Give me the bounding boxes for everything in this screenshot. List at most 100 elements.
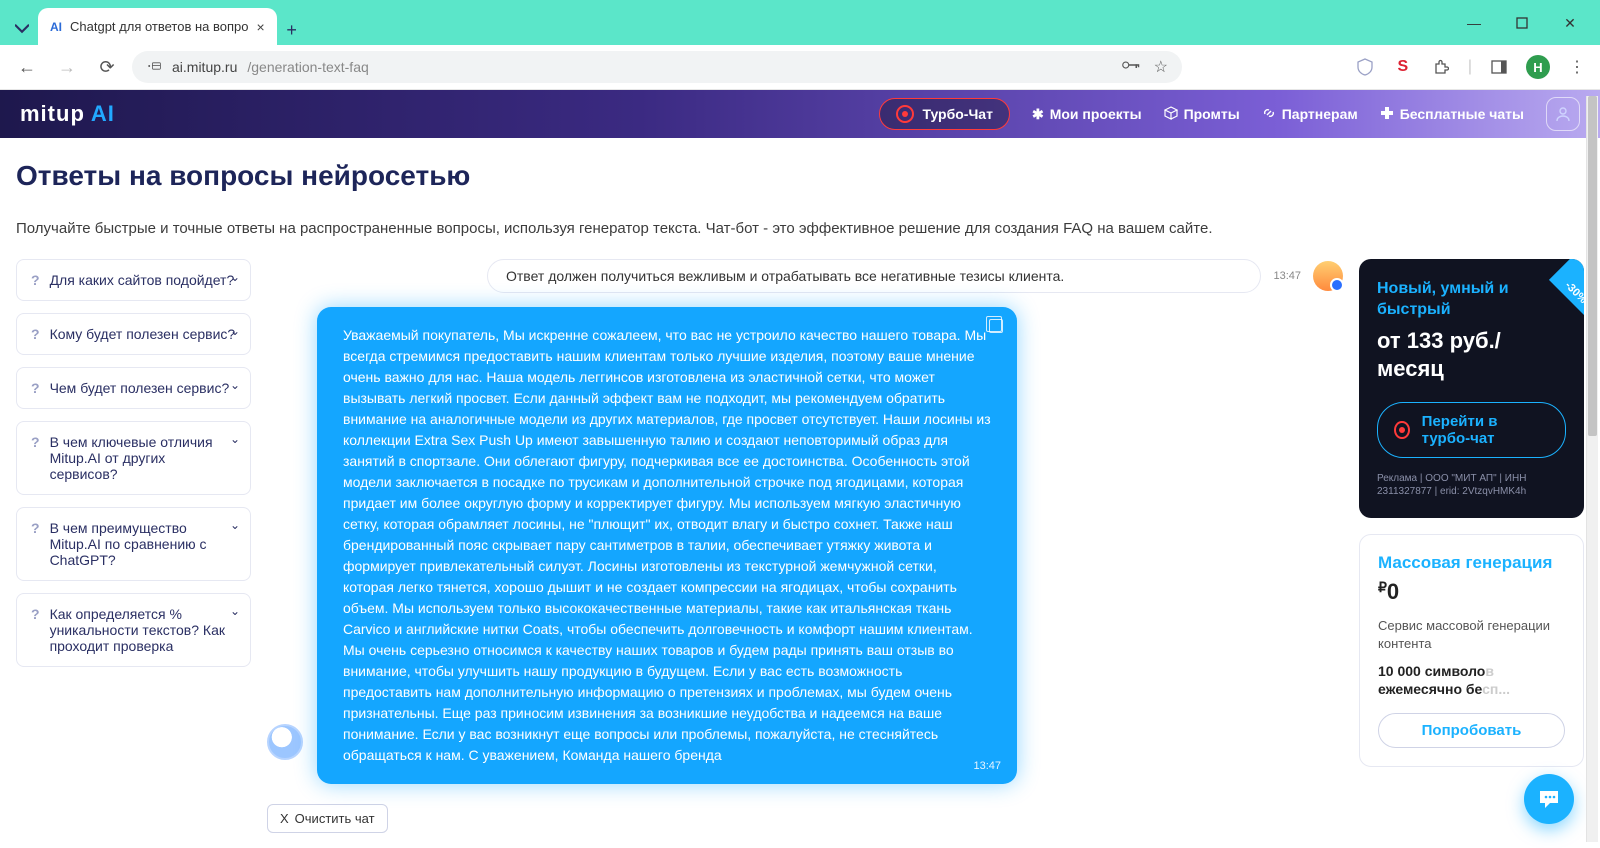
window-minimize-icon[interactable]: — — [1460, 9, 1488, 37]
logo-ai-text: AI — [91, 101, 115, 127]
site-info-icon[interactable] — [146, 59, 162, 76]
faq-item[interactable]: ? Кому будет полезен сервис?⌄ — [16, 313, 251, 355]
user-message-time: 13:47 — [1273, 270, 1301, 282]
faq-item[interactable]: ? Чем будет полезен сервис?⌄ — [16, 367, 251, 409]
nav-free-chats[interactable]: Бесплатные чаты — [1380, 106, 1524, 123]
nav-partners-label: Партнерам — [1282, 106, 1358, 122]
browser-toolbar: ← → ⟳ ai.mitup.ru/generation-text-faq ☆ … — [0, 45, 1600, 90]
chevron-down-icon: ⌄ — [230, 324, 240, 338]
page-title: Ответы на вопросы нейросетью — [16, 160, 1584, 192]
question-mark-icon: ? — [31, 272, 40, 288]
chat-fab-button[interactable] — [1524, 774, 1574, 824]
faq-item[interactable]: ? Как определяется % уникальности текстов… — [16, 593, 251, 667]
chevron-down-icon: ⌄ — [230, 432, 240, 446]
mass-subtitle: Сервис массовой генерации контента — [1378, 617, 1565, 653]
address-bar[interactable]: ai.mitup.ru/generation-text-faq ☆ — [132, 51, 1182, 83]
question-mark-icon: ? — [31, 520, 40, 536]
bot-message-time: 13:47 — [973, 758, 1001, 775]
faq-item[interactable]: ?Для каких сайтов подойдет?⌄ — [16, 259, 251, 301]
nav-forward-icon[interactable]: → — [52, 52, 82, 82]
mass-generation-card: Массовая генерация ₽0 Сервис массовой ге… — [1359, 534, 1584, 767]
nav-my-projects[interactable]: ✱ Мои проекты — [1032, 106, 1142, 123]
mass-price: ₽0 — [1378, 579, 1565, 605]
tab-favicon-icon: AI — [50, 20, 62, 34]
faq-label: Кому будет полезен сервис? — [50, 326, 236, 342]
user-message-row: Ответ должен получиться вежливым и отраб… — [487, 259, 1343, 293]
right-sidebar: -30% Новый, умный и быстрый от 133 руб./… — [1359, 259, 1584, 767]
copy-icon[interactable] — [989, 319, 1003, 333]
promo-title: Новый, умный и быстрый — [1377, 279, 1566, 321]
link-icon — [1262, 106, 1276, 123]
user-avatar-icon — [1313, 261, 1343, 291]
mass-detail-line-1: 10 000 символов — [1378, 663, 1565, 679]
question-mark-icon: ? — [31, 606, 40, 622]
browser-titlebar: AI Chatgpt для ответов на вопро × + — ✕ — [0, 0, 1600, 45]
scrollbar-thumb[interactable] — [1588, 96, 1597, 436]
bot-message-row: Уважаемый покупатель, Мы искренне сожале… — [267, 307, 1343, 784]
promo-cta-label: Перейти в турбо-чат — [1422, 413, 1549, 447]
url-path: /generation-text-faq — [247, 59, 368, 75]
page-subtitle: Получайте быстрые и точные ответы на рас… — [16, 220, 1584, 237]
nav-prompts[interactable]: Промты — [1164, 106, 1240, 123]
faq-item[interactable]: ? В чем преимущество Mitup.AI по сравнени… — [16, 507, 251, 581]
try-button[interactable]: Попробовать — [1378, 713, 1565, 748]
faq-sidebar: ?Для каких сайтов подойдет?⌄ ? Кому будет… — [16, 259, 251, 667]
toolbar-divider: | — [1468, 58, 1472, 76]
browser-menu-icon[interactable]: ⋮ — [1566, 56, 1588, 78]
clear-chat-label: Очистить чат — [295, 811, 375, 826]
nav-projects-label: Мои проекты — [1050, 106, 1142, 122]
nav-free-chats-label: Бесплатные чаты — [1400, 106, 1524, 122]
chevron-down-icon: ⌄ — [230, 378, 240, 392]
nav-turbo-label: Турбо-Чат — [922, 106, 993, 122]
x-icon: X — [280, 811, 289, 826]
nav-turbo-chat[interactable]: Турбо-Чат — [879, 98, 1010, 130]
tab-close-icon[interactable]: × — [257, 19, 265, 35]
side-panel-icon[interactable] — [1488, 56, 1510, 78]
question-mark-icon: ? — [31, 326, 40, 342]
extension-shield-icon[interactable] — [1354, 56, 1376, 78]
nav-back-icon[interactable]: ← — [12, 52, 42, 82]
tabs-dropdown-button[interactable] — [6, 13, 38, 45]
promo-price: от 133 руб./ месяц — [1377, 327, 1566, 384]
user-message-bubble: Ответ должен получиться вежливым и отраб… — [487, 259, 1261, 293]
clear-chat-button[interactable]: X Очистить чат — [267, 804, 388, 833]
record-icon — [1394, 421, 1410, 439]
chat-area: Ответ должен получиться вежливым и отраб… — [267, 259, 1343, 833]
mass-detail-line-2: ежемесячно бесп... — [1378, 681, 1565, 697]
password-key-icon[interactable] — [1122, 58, 1140, 76]
page-content: Ответы на вопросы нейросетью Получайте б… — [0, 138, 1600, 833]
promo-legal-text: Реклама | ООО "МИТ АП" | ИНН 2311327877 … — [1377, 472, 1566, 498]
faq-item[interactable]: ? В чем ключевые отличия Mitup.AI от друг… — [16, 421, 251, 495]
cube-icon — [1164, 106, 1178, 123]
account-button[interactable] — [1546, 97, 1580, 131]
profile-avatar-button[interactable]: H — [1526, 55, 1550, 79]
extension-s-icon[interactable]: S — [1392, 56, 1414, 78]
faq-label: В чем ключевые отличия Mitup.AI от други… — [50, 434, 236, 482]
record-icon — [896, 105, 914, 123]
promo-cta-button[interactable]: Перейти в турбо-чат — [1377, 402, 1566, 458]
bot-message-bubble: Уважаемый покупатель, Мы искренне сожале… — [317, 307, 1017, 784]
window-maximize-icon[interactable] — [1508, 9, 1536, 37]
nav-reload-icon[interactable]: ⟳ — [92, 52, 122, 82]
question-mark-icon: ? — [31, 434, 40, 450]
site-logo[interactable]: mitup AI — [20, 101, 115, 127]
mass-title: Массовая генерация — [1378, 553, 1565, 573]
bot-avatar-icon — [267, 724, 303, 760]
extensions-puzzle-icon[interactable] — [1430, 56, 1452, 78]
window-close-icon[interactable]: ✕ — [1556, 9, 1584, 37]
vertical-scrollbar[interactable] — [1586, 96, 1598, 842]
nav-partners[interactable]: Партнерам — [1262, 106, 1358, 123]
question-mark-icon: ? — [31, 380, 40, 396]
nav-prompts-label: Промты — [1184, 106, 1240, 122]
browser-tab-active[interactable]: AI Chatgpt для ответов на вопро × — [38, 8, 277, 45]
site-header: mitup AI Турбо-Чат ✱ Мои проекты Промты … — [0, 90, 1600, 138]
faq-label: Чем будет полезен сервис? — [50, 380, 230, 396]
new-tab-button[interactable]: + — [277, 15, 307, 45]
faq-label: Как определяется % уникальности текстов?… — [50, 606, 236, 654]
tab-title: Chatgpt для ответов на вопро — [70, 19, 249, 34]
bookmark-star-icon[interactable]: ☆ — [1154, 57, 1168, 77]
faq-label: В чем преимущество Mitup.AI по сравнению… — [50, 520, 236, 568]
browser-toolbar-right: S | H ⋮ — [1354, 55, 1588, 79]
url-host: ai.mitup.ru — [172, 59, 237, 75]
turbo-promo-card: -30% Новый, умный и быстрый от 133 руб./… — [1359, 259, 1584, 518]
